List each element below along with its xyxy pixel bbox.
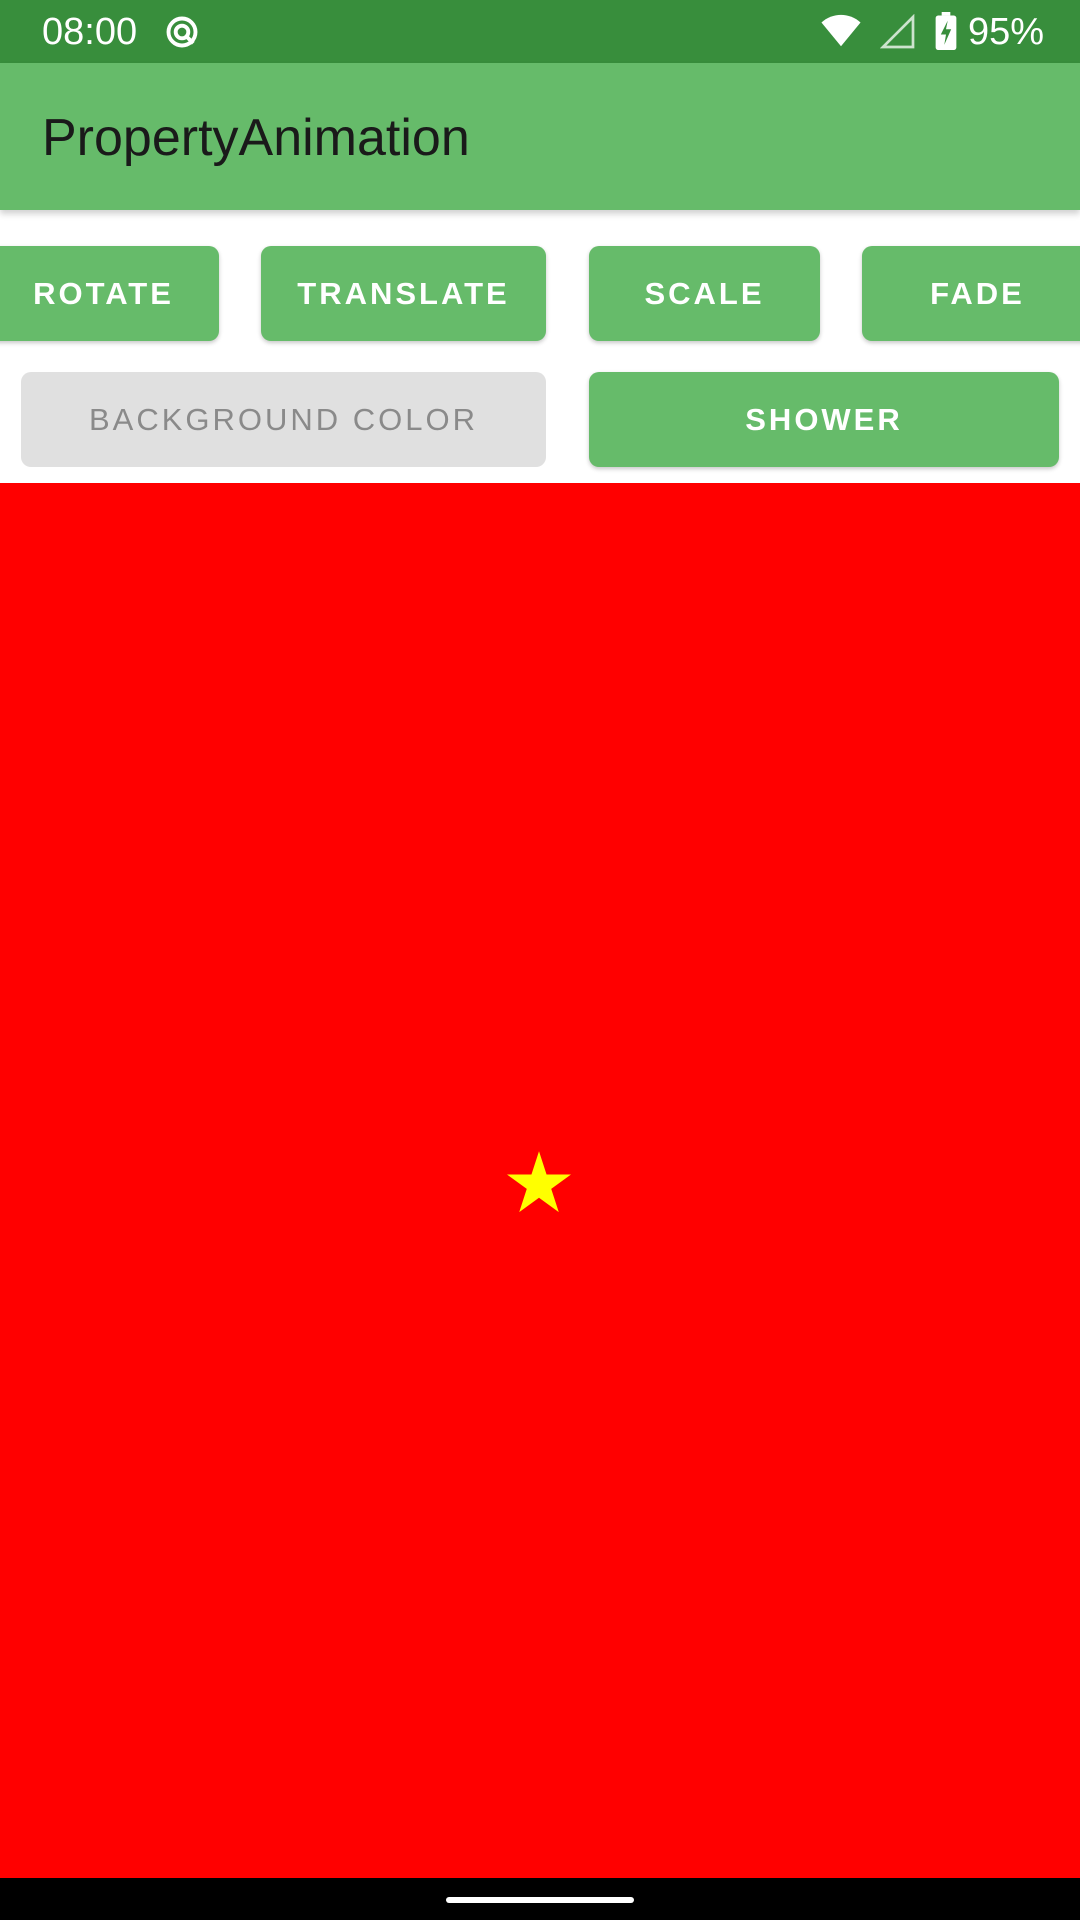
battery-charging-icon <box>935 12 957 50</box>
signal-icon <box>880 14 915 49</box>
rotate-button[interactable]: ROTATE <box>0 246 219 341</box>
status-time: 08:00 <box>42 11 138 53</box>
home-gesture-handle[interactable] <box>446 1897 634 1903</box>
app-title: PropertyAnimation <box>42 109 470 167</box>
navigation-bar <box>0 1878 1080 1920</box>
screen: 08:00 95% PropertyAnimation ROTATE TRANS… <box>0 0 1080 1920</box>
status-bar: 08:00 95% <box>0 0 1080 63</box>
star-icon <box>507 1151 571 1213</box>
scale-button[interactable]: SCALE <box>589 246 820 341</box>
battery-percentage: 95% <box>968 11 1045 53</box>
wifi-icon <box>821 14 861 47</box>
fade-button[interactable]: FADE <box>862 246 1080 341</box>
sync-icon <box>166 16 198 48</box>
translate-button[interactable]: TRANSLATE <box>261 246 546 341</box>
app-bar: PropertyAnimation <box>0 63 1080 210</box>
shower-button[interactable]: SHOWER <box>589 372 1059 467</box>
background-color-button[interactable]: BACKGROUND COLOR <box>21 372 546 467</box>
